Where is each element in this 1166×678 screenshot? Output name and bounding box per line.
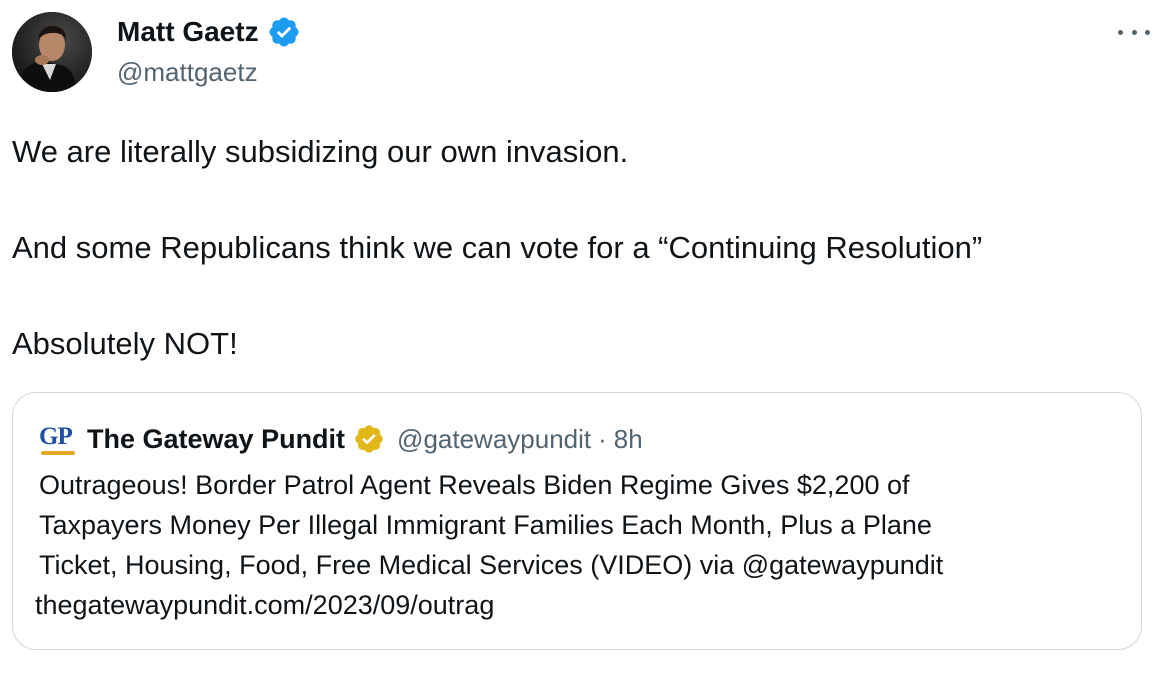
tweet-text: We are literally subsidizing our own inv… bbox=[12, 130, 1142, 366]
gp-logo-text: GP bbox=[39, 423, 73, 450]
quoted-tweet-body: Outrageous! Border Patrol Agent Reveals … bbox=[39, 465, 943, 585]
tweet-line: We are literally subsidizing our own inv… bbox=[12, 134, 629, 169]
quoted-tweet-time[interactable]: 8h bbox=[614, 421, 643, 457]
author-name[interactable]: Matt Gaetz bbox=[117, 14, 259, 50]
avatar-image bbox=[12, 12, 92, 92]
quoted-tweet-line: Ticket, Housing, Food, Free Medical Serv… bbox=[39, 550, 944, 580]
gold-verified-badge-icon bbox=[355, 425, 383, 453]
gateway-pundit-logo[interactable]: GP bbox=[39, 421, 79, 457]
gp-logo-swoosh bbox=[41, 451, 75, 455]
author-handle[interactable]: @mattgaetz bbox=[117, 55, 258, 89]
more-dot-icon bbox=[1118, 29, 1123, 35]
quoted-tweet-header: GP The Gateway Pundit @gatewaypundit · 8… bbox=[39, 421, 643, 457]
quoted-tweet-link[interactable]: thegatewaypundit.com/2023/09/outrag bbox=[35, 585, 494, 625]
more-dot-icon bbox=[1145, 29, 1150, 35]
avatar[interactable] bbox=[12, 12, 92, 92]
quoted-author-handle[interactable]: @gatewaypundit bbox=[397, 421, 591, 457]
quoted-tweet-card[interactable]: GP The Gateway Pundit @gatewaypundit · 8… bbox=[12, 392, 1142, 650]
author-name-row[interactable]: Matt Gaetz bbox=[117, 14, 301, 50]
verified-badge-icon bbox=[269, 17, 299, 47]
quoted-tweet-line: Taxpayers Money Per Illegal Immigrant Fa… bbox=[39, 510, 932, 540]
more-dot-icon bbox=[1131, 29, 1137, 35]
tweet-line: And some Republicans think we can vote f… bbox=[12, 230, 983, 265]
separator-dot: · bbox=[598, 424, 607, 454]
tweet-line: Absolutely NOT! bbox=[12, 326, 238, 361]
quoted-author-name[interactable]: The Gateway Pundit bbox=[87, 421, 345, 457]
more-options-button[interactable] bbox=[1118, 22, 1150, 42]
quoted-tweet-line: Outrageous! Border Patrol Agent Reveals … bbox=[39, 470, 910, 500]
